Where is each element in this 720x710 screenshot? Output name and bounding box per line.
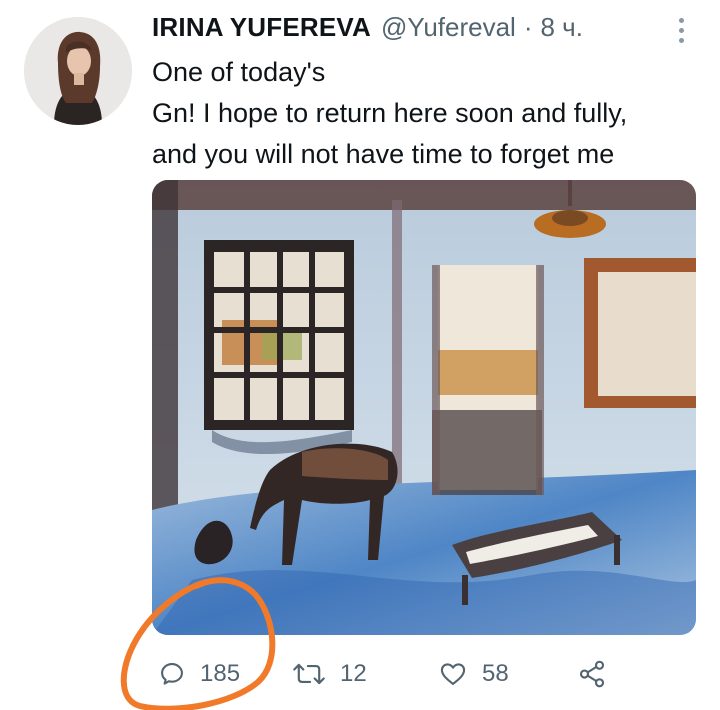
retweet-count: 12 bbox=[340, 660, 367, 687]
watercolor-painting bbox=[152, 180, 696, 635]
tweet-timestamp[interactable]: 8 ч. bbox=[541, 12, 583, 43]
tweet-text-line: Gn! I hope to return here soon and fully… bbox=[152, 98, 628, 128]
header-separator: · bbox=[523, 12, 533, 42]
tweet-actions: 185 12 58 bbox=[152, 652, 712, 696]
retweet-icon bbox=[293, 663, 325, 685]
heart-icon bbox=[440, 663, 466, 685]
more-vertical-icon[interactable] bbox=[668, 12, 694, 48]
like-count: 58 bbox=[482, 660, 509, 687]
author-handle[interactable]: @Yufereval bbox=[381, 12, 516, 43]
reply-button[interactable]: 185 bbox=[158, 652, 240, 696]
tweet-media-image[interactable] bbox=[152, 180, 696, 635]
tweet-text-line: and you will not have time to forget me bbox=[152, 139, 615, 169]
author-display-name[interactable]: IRINA YUFEREVA bbox=[152, 12, 371, 43]
avatar[interactable] bbox=[24, 17, 132, 125]
tweet-text-line: One of today's bbox=[152, 57, 326, 87]
share-button[interactable] bbox=[576, 652, 608, 696]
reply-count: 185 bbox=[200, 660, 241, 687]
like-button[interactable]: 58 bbox=[438, 652, 509, 696]
share-icon bbox=[579, 660, 605, 688]
tweet-header: IRINA YUFEREVA @Yufereval · 8 ч. bbox=[152, 12, 583, 46]
reply-icon bbox=[161, 663, 183, 685]
tweet-text: One of today's Gn! I hope to return here… bbox=[152, 52, 712, 175]
retweet-button[interactable]: 12 bbox=[292, 652, 367, 696]
avatar-photo bbox=[24, 17, 132, 125]
